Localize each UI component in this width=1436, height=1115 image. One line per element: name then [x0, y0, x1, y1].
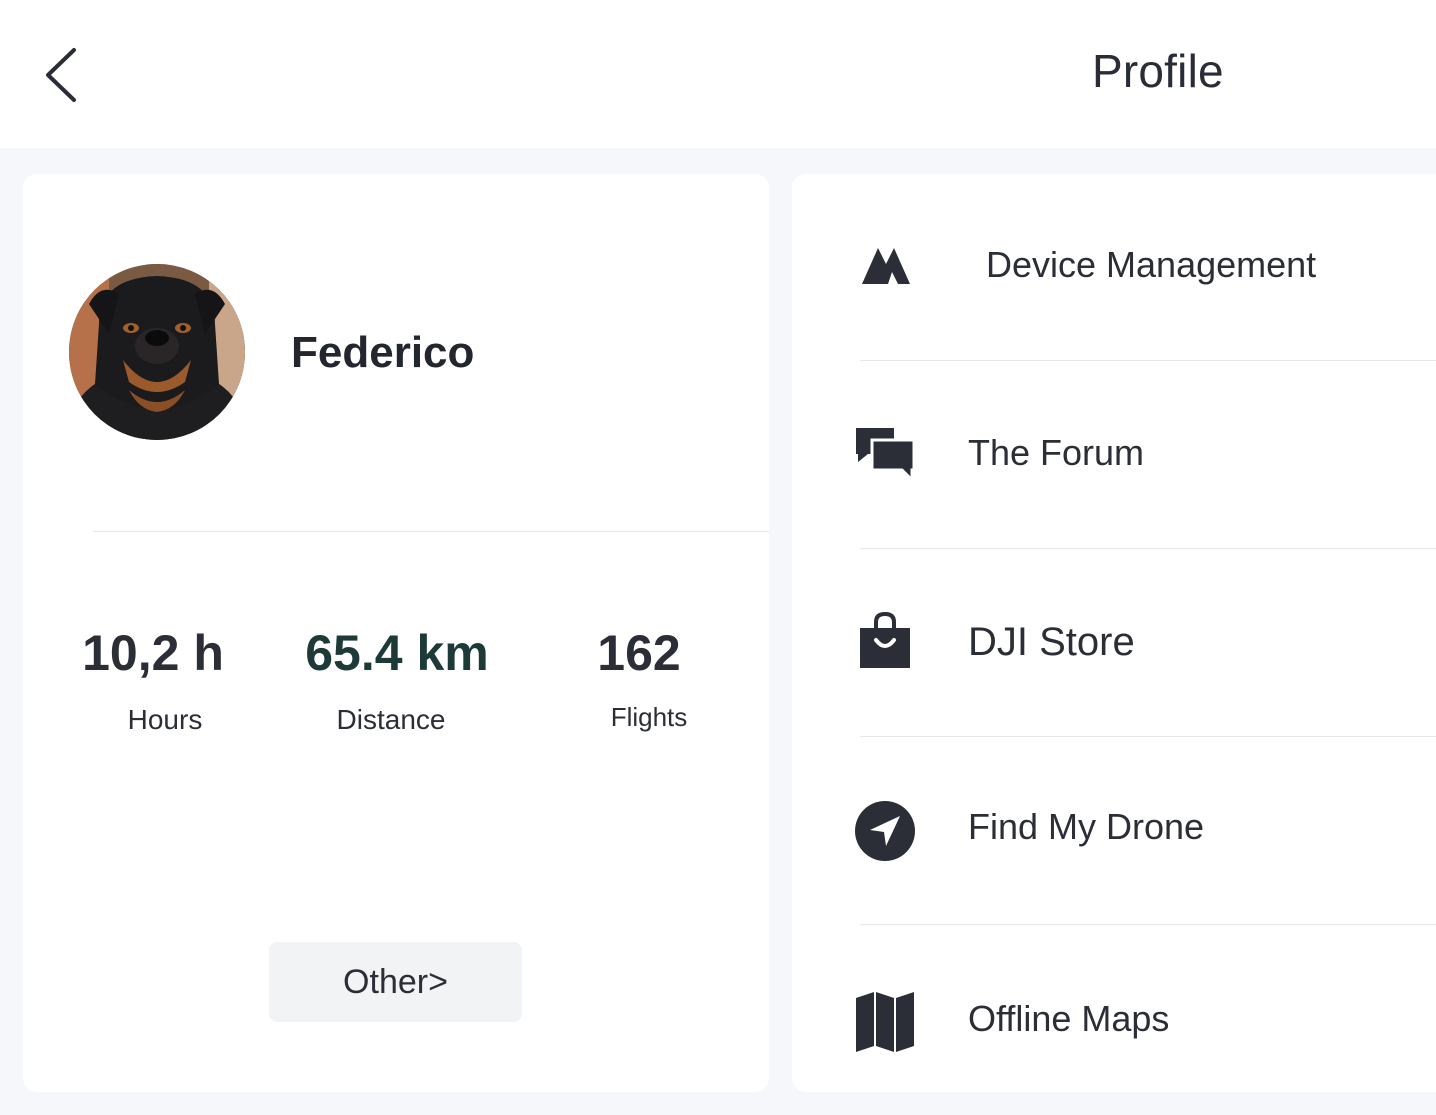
back-button[interactable] [30, 40, 94, 110]
menu-label: Offline Maps [968, 998, 1170, 1039]
username: Federico [291, 328, 475, 377]
shopping-bag-icon [860, 611, 910, 668]
stat-value: 65.4 km [305, 625, 489, 681]
chat-bubbles-icon [856, 428, 916, 484]
chevron-left-icon [46, 48, 76, 102]
stat-value: 162 [597, 625, 681, 681]
menu-item-dji-store[interactable]: DJI Store [792, 550, 1436, 738]
menu-item-offline-maps[interactable]: Offline Maps [792, 926, 1436, 1114]
menu-label: DJI Store [968, 620, 1135, 664]
divider [93, 531, 769, 532]
divider [860, 548, 1436, 549]
stat-label: Distance [336, 704, 446, 735]
divider [860, 924, 1436, 925]
menu-label: The Forum [968, 432, 1145, 473]
stat-label: Flights [610, 702, 688, 732]
menu-item-device-management[interactable]: Device Management [792, 174, 1436, 362]
other-button[interactable]: Other> [269, 942, 522, 1022]
map-icon [856, 992, 914, 1052]
avatar[interactable] [69, 264, 245, 440]
menu-item-find-my-drone[interactable]: Find My Drone [792, 738, 1436, 926]
drone-logo-icon [862, 248, 910, 284]
menu-item-forum[interactable]: The Forum [792, 362, 1436, 550]
divider [860, 736, 1436, 737]
page-title: Profile [1092, 45, 1224, 97]
stat-label: Hours [127, 704, 203, 735]
navigation-arrow-icon [855, 801, 915, 861]
stat-value: 10,2 h [82, 625, 224, 681]
menu-label: Device Management [986, 244, 1317, 285]
divider [860, 360, 1436, 361]
menu-label: Find My Drone [968, 806, 1205, 847]
avatar-image [69, 264, 245, 440]
top-bar: Profile [0, 0, 1436, 148]
menu-card: Device Management The Forum DJI Store Fi… [792, 174, 1436, 1092]
profile-card: Federico 10,2 h Hours 65.4 km Distance 1… [23, 174, 769, 1092]
